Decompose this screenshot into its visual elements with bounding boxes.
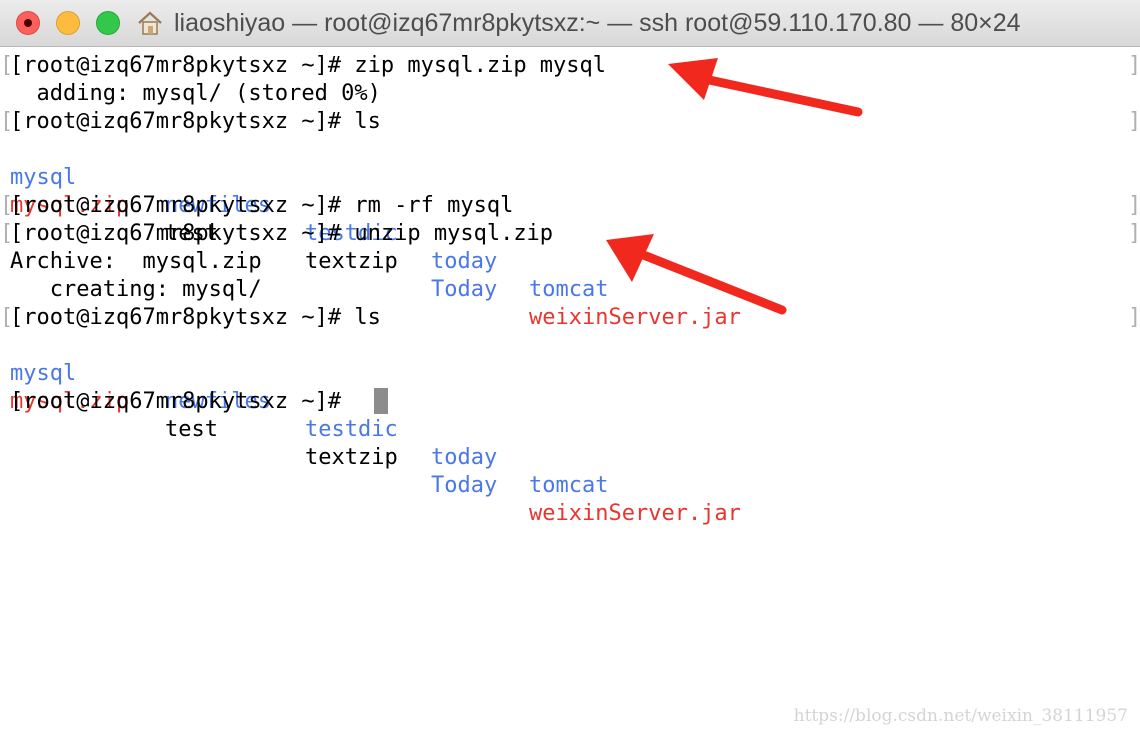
- ls-entry: weixinServer.jar: [529, 305, 741, 330]
- ls-output-row: mysql newfiles testdic today tomcat: [10, 332, 608, 498]
- terminal-prompt: [root@izq67mr8pkytsxz ~]#: [10, 389, 355, 414]
- terminal-line: creating: mysql/: [10, 277, 262, 302]
- terminal-line: [root@izq67mr8pkytsxz ~]# ls: [10, 305, 381, 330]
- ls-entry: weixinServer.jar: [529, 501, 741, 526]
- ls-entry: textzip: [305, 249, 398, 274]
- ls-output-row: mysql.zip test textzip Today weixinServe…: [10, 360, 741, 526]
- home-icon: [138, 11, 162, 35]
- ls-entry: tomcat: [529, 277, 609, 302]
- ls-output-row: mysql newfiles testdic today tomcat: [10, 136, 608, 302]
- watermark: https://blog.csdn.net/weixin_38111957: [793, 706, 1128, 726]
- line-marker-right: ]: [1128, 109, 1140, 134]
- maximize-button[interactable]: [96, 11, 120, 35]
- ls-entry: testdic: [305, 417, 398, 442]
- ls-entry: tomcat: [529, 473, 609, 498]
- title-bar: liaoshiyao — root@izq67mr8pkytsxz:~ — ss…: [0, 0, 1140, 47]
- terminal-line: Archive: mysql.zip: [10, 249, 262, 274]
- minimize-button[interactable]: [56, 11, 80, 35]
- ls-output-row: mysql.zip test textzip Today weixinServe…: [10, 164, 741, 330]
- terminal-line: adding: mysql/ (stored 0%): [10, 81, 381, 106]
- ls-entry: Today: [431, 473, 498, 498]
- terminal-line: [root@izq67mr8pkytsxz ~]# rm -rf mysql: [10, 193, 514, 218]
- line-marker-right: ]: [1128, 53, 1140, 78]
- terminal-line: [root@izq67mr8pkytsxz ~]# ls: [10, 109, 381, 134]
- text-cursor: [374, 388, 388, 414]
- ls-entry: textzip: [305, 445, 398, 470]
- terminal-view[interactable]: [ [root@izq67mr8pkytsxz ~]# zip mysql.zi…: [0, 52, 1140, 732]
- window-title: liaoshiyao — root@izq67mr8pkytsxz:~ — ss…: [174, 9, 1021, 37]
- ls-entry: today: [431, 249, 498, 274]
- terminal-line: [root@izq67mr8pkytsxz ~]# zip mysql.zip …: [10, 53, 607, 78]
- close-button[interactable]: [16, 11, 40, 35]
- line-marker-right: ]: [1128, 305, 1140, 330]
- line-marker-right: ]: [1128, 193, 1140, 218]
- ls-entry: today: [431, 445, 498, 470]
- ls-entry: test: [165, 417, 218, 442]
- line-marker-right: ]: [1128, 221, 1140, 246]
- ls-entry: Today: [431, 277, 498, 302]
- terminal-line: [root@izq67mr8pkytsxz ~]# unzip mysql.zi…: [10, 221, 554, 246]
